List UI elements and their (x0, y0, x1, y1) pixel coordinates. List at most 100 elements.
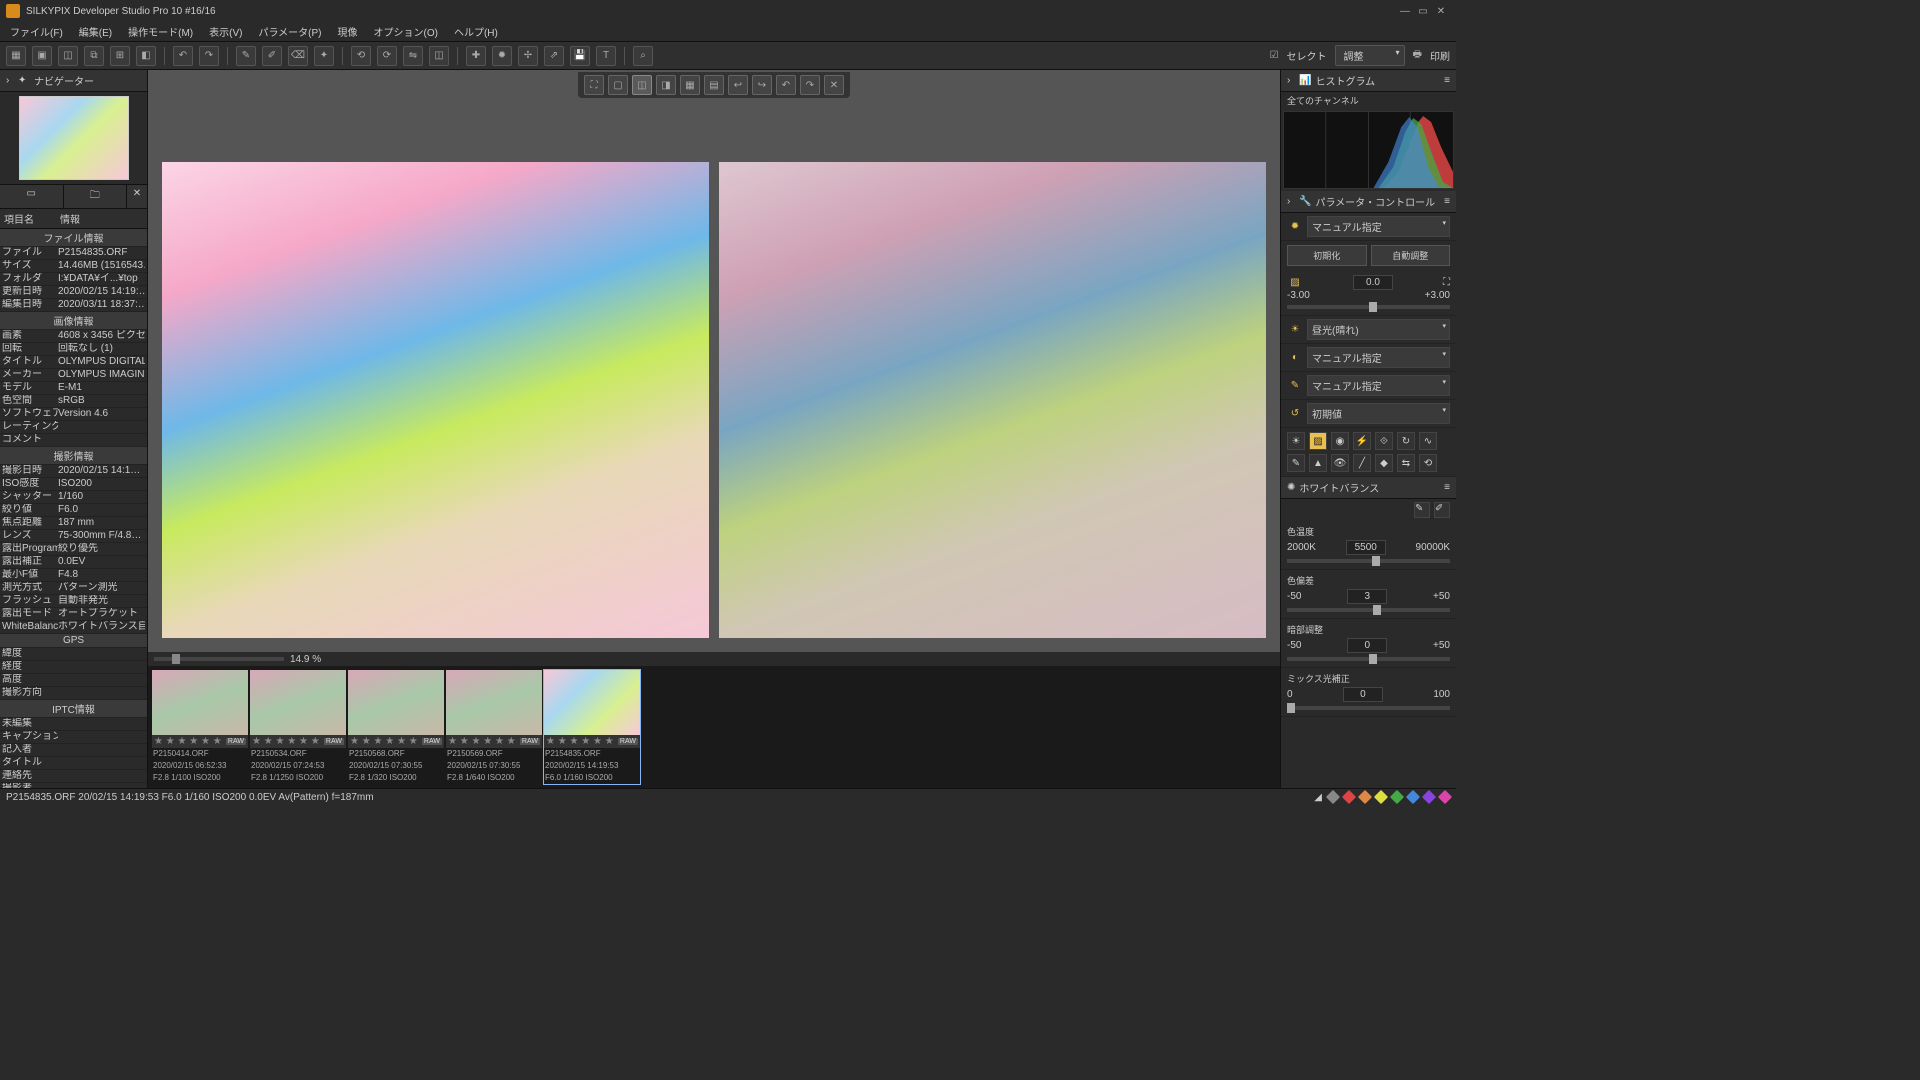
thumbnail[interactable]: ★ ★ ★ ★ ★ ★RAWP2150568.ORF2020/02/15 07:… (348, 670, 444, 784)
color-mark-pink[interactable] (1438, 790, 1452, 804)
color-mark-red[interactable] (1342, 790, 1356, 804)
tool-misc-2-icon[interactable]: ✹ (492, 46, 512, 66)
menu-option[interactable]: オプション(O) (368, 22, 444, 41)
tool-misc-3-icon[interactable]: ✢ (518, 46, 538, 66)
contrast-dropdown[interactable]: マニュアル指定 (1307, 347, 1450, 368)
adj-icon-12[interactable]: ◆ (1375, 454, 1393, 472)
color-mark-orange[interactable] (1358, 790, 1372, 804)
dark-value[interactable]: 0 (1347, 638, 1387, 653)
thumbnail[interactable]: ★ ★ ★ ★ ★ ★RAWP2154835.ORF2020/02/15 14:… (544, 670, 640, 784)
menu-edit[interactable]: 編集(E) (73, 22, 118, 41)
color-mark-none[interactable] (1326, 790, 1340, 804)
thumbnail[interactable]: ★ ★ ★ ★ ★ ★RAWP2150569.ORF2020/02/15 07:… (446, 670, 542, 784)
preview-5-icon[interactable]: ▤ (704, 75, 724, 95)
thumb-rating[interactable]: ★ ★ ★ ★ ★ ★RAW (250, 735, 346, 748)
navigator-thumbnail[interactable] (19, 96, 129, 180)
temp-track[interactable] (1287, 559, 1450, 563)
redo-icon[interactable]: ↷ (199, 46, 219, 66)
print-icon[interactable]: 🖶 (1413, 46, 1422, 66)
minimize-button[interactable]: — (1396, 6, 1414, 17)
color-mark-blue[interactable] (1406, 790, 1420, 804)
tool-brush-icon[interactable]: ✐ (262, 46, 282, 66)
adj-icon-5[interactable]: ⟐ (1375, 432, 1393, 450)
param-control-header[interactable]: › 🔧 パラメータ・コントロール ≡ (1281, 191, 1456, 213)
preview-right[interactable] (719, 162, 1266, 638)
exposure-max-icon[interactable]: ⛶ (1443, 277, 1450, 288)
menu-view[interactable]: 表示(V) (203, 22, 248, 41)
adj-icon-2[interactable]: ▨ (1309, 432, 1327, 450)
wb-preset-sunny[interactable]: 昼光(晴れ) (1307, 319, 1450, 340)
preview-next-icon[interactable]: ↪ (752, 75, 772, 95)
rotate-left-icon[interactable]: ⟲ (351, 46, 371, 66)
adj-icon-1[interactable]: ☀ (1287, 432, 1305, 450)
adj-icon-8[interactable]: ✎ (1287, 454, 1305, 472)
toolbar-btn-5[interactable]: ⊞ (110, 46, 130, 66)
menu-develop[interactable]: 現像 (332, 22, 364, 41)
init-dropdown[interactable]: 初期値 (1307, 403, 1450, 424)
tool-misc-1-icon[interactable]: ✚ (466, 46, 486, 66)
tool-eraser-icon[interactable]: ⌫ (288, 46, 308, 66)
preview-grid-icon[interactable]: ▦ (680, 75, 700, 95)
adj-icon-7[interactable]: ∿ (1419, 432, 1437, 450)
preview-area[interactable] (148, 70, 1280, 652)
navigator-header[interactable]: › ✦ ナビゲーター (0, 70, 147, 92)
maximize-button[interactable]: ▭ (1414, 6, 1432, 17)
preview-redo-icon[interactable]: ↷ (800, 75, 820, 95)
wb-header[interactable]: ✺ ホワイトバランス ≡ (1281, 477, 1456, 499)
exposure-track[interactable] (1287, 305, 1450, 309)
preview-undo-icon[interactable]: ↶ (776, 75, 796, 95)
thumbnail[interactable]: ★ ★ ★ ★ ★ ★RAWP2150414.ORF2020/02/15 06:… (152, 670, 248, 784)
temp-value[interactable]: 5500 (1346, 540, 1386, 555)
menu-mode[interactable]: 操作モード(M) (122, 22, 199, 41)
menu-param[interactable]: パラメータ(P) (252, 22, 327, 41)
adj-icon-3[interactable]: ◉ (1331, 432, 1349, 450)
wb-picker-icon[interactable]: ✎ (1414, 502, 1430, 518)
tint-value[interactable]: 3 (1347, 589, 1387, 604)
adjust-dropdown[interactable]: 調整 (1335, 45, 1405, 66)
tab-folder-icon[interactable]: 🗀 (64, 185, 128, 208)
text-icon[interactable]: T (596, 46, 616, 66)
color-mark-green[interactable] (1390, 790, 1404, 804)
toolbar-btn-6[interactable]: ◧ (136, 46, 156, 66)
tab-close-icon[interactable]: ✕ (127, 185, 147, 208)
thumb-rating[interactable]: ★ ★ ★ ★ ★ ★RAW (446, 735, 542, 748)
select-mode-label[interactable]: セレクト (1287, 48, 1327, 63)
toolbar-btn-3[interactable]: ◫ (58, 46, 78, 66)
preview-compare-icon[interactable]: ◫ (632, 75, 652, 95)
flip-icon[interactable]: ⇋ (403, 46, 423, 66)
print-label[interactable]: 印刷 (1430, 48, 1450, 63)
preview-split-icon[interactable]: ◨ (656, 75, 676, 95)
loupe-icon[interactable]: ⌕ (633, 46, 653, 66)
save-icon[interactable]: 💾 (570, 46, 590, 66)
toolbar-btn-2[interactable]: ▣ (32, 46, 52, 66)
preview-single-icon[interactable]: ▢ (608, 75, 628, 95)
undo-icon[interactable]: ↶ (173, 46, 193, 66)
select-mode-icon[interactable]: ☑ (1270, 46, 1279, 66)
tone-dropdown[interactable]: マニュアル指定 (1307, 375, 1450, 396)
adj-icon-14[interactable]: ⟲ (1419, 454, 1437, 472)
zoom-slider[interactable] (154, 657, 284, 661)
adj-icon-10[interactable]: 👁 (1331, 454, 1349, 472)
adj-icon-9[interactable]: ▲ (1309, 454, 1327, 472)
panel-menu-icon[interactable]: ≡ (1444, 75, 1450, 86)
adj-icon-11[interactable]: ╱ (1353, 454, 1371, 472)
preset-dropdown[interactable]: マニュアル指定 (1307, 216, 1450, 237)
menu-file[interactable]: ファイル(F) (4, 22, 69, 41)
status-toggle-icon[interactable]: ◢ (1314, 792, 1322, 803)
toolbar-btn-4[interactable]: ⧉ (84, 46, 104, 66)
thumb-rating[interactable]: ★ ★ ★ ★ ★ ★RAW (348, 735, 444, 748)
preview-fit-icon[interactable]: ⛶ (584, 75, 604, 95)
thumbnail[interactable]: ★ ★ ★ ★ ★ ★RAWP2150534.ORF2020/02/15 07:… (250, 670, 346, 784)
preview-close-icon[interactable]: ✕ (824, 75, 844, 95)
tool-stamp-icon[interactable]: ✦ (314, 46, 334, 66)
mix-track[interactable] (1287, 706, 1450, 710)
thumb-rating[interactable]: ★ ★ ★ ★ ★ ★RAW (152, 735, 248, 748)
exposure-value[interactable]: 0.0 (1353, 275, 1393, 290)
histogram-channel[interactable]: 全てのチャンネル (1281, 92, 1456, 109)
adj-icon-13[interactable]: ⇆ (1397, 454, 1415, 472)
color-mark-yellow[interactable] (1374, 790, 1388, 804)
preview-prev-icon[interactable]: ↩ (728, 75, 748, 95)
crop-icon[interactable]: ◫ (429, 46, 449, 66)
wb-tool-icon[interactable]: ✐ (1434, 502, 1450, 518)
panel-menu-icon[interactable]: ≡ (1444, 482, 1450, 493)
